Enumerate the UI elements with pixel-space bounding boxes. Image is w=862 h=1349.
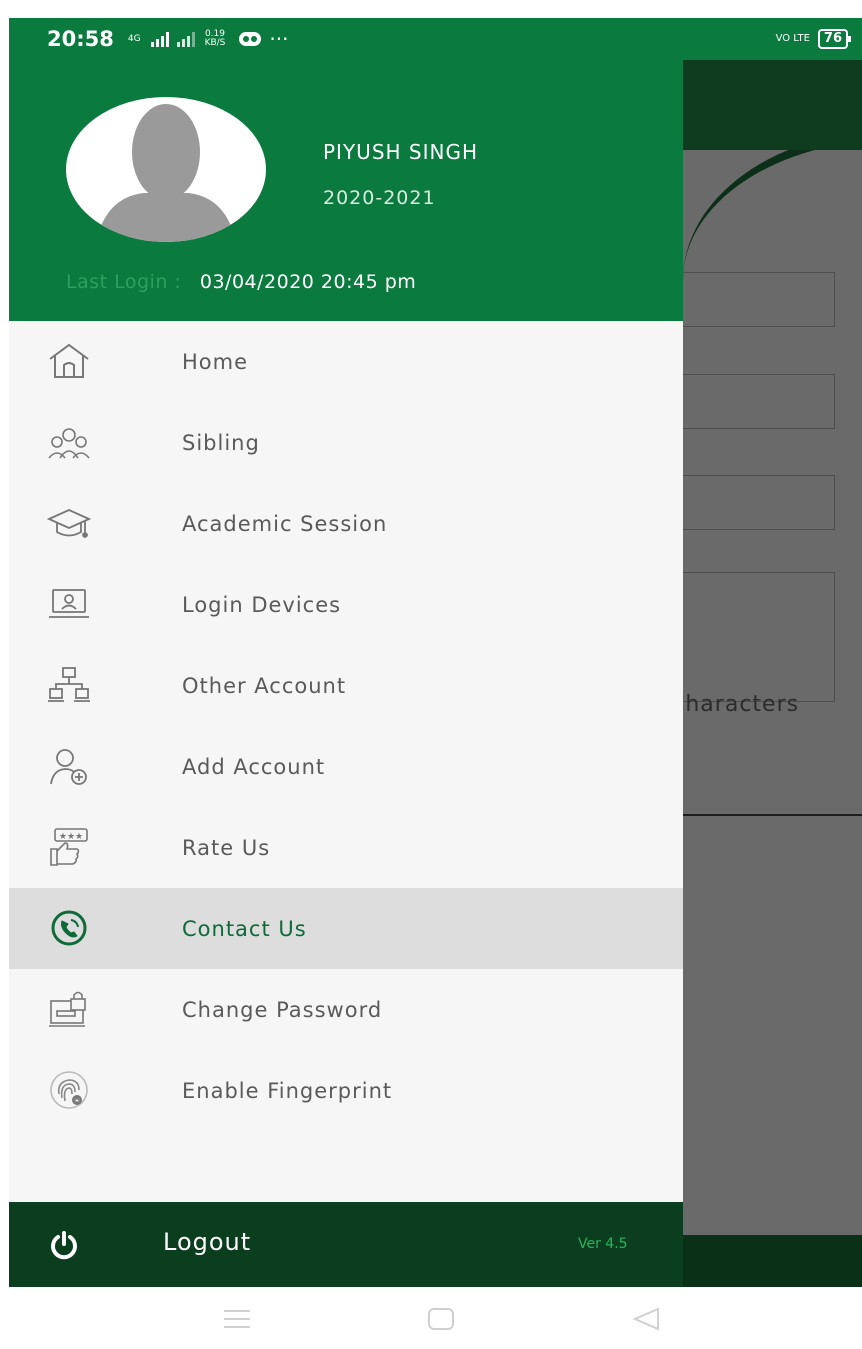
hamburger-icon xyxy=(224,1310,250,1328)
volte-indicator: VO LTE xyxy=(775,33,810,44)
menu-item-home[interactable]: Home xyxy=(9,321,683,402)
network-speed: 0.19 KB/S xyxy=(205,30,226,48)
menu-label: Sibling xyxy=(182,430,260,455)
background-divider xyxy=(683,814,862,816)
menu-label: Academic Session xyxy=(182,511,388,536)
square-home-icon xyxy=(428,1308,454,1330)
menu-item-add-account[interactable]: Add Account xyxy=(9,726,683,807)
session-year: 2020-2021 xyxy=(323,187,436,209)
phone-call-icon xyxy=(47,908,91,948)
laptop-user-icon xyxy=(47,584,91,624)
app-notification-icon xyxy=(239,32,262,46)
status-time: 20:58 xyxy=(47,27,114,51)
overflow-dots: ··· xyxy=(269,27,289,51)
menu-label: Rate Us xyxy=(182,835,271,860)
add-user-icon xyxy=(47,746,91,786)
menu-item-rate-us[interactable]: ★★★ Rate Us xyxy=(9,807,683,888)
menu-item-sibling[interactable]: Sibling xyxy=(9,402,683,483)
last-login-label: Last Login : xyxy=(66,271,182,293)
background-header xyxy=(683,60,862,150)
svg-text:★★★: ★★★ xyxy=(59,832,83,842)
signal-strength-icon xyxy=(150,31,169,47)
menu-label: Change Password xyxy=(182,997,383,1022)
menu-label: Contact Us xyxy=(182,916,307,941)
sibling-icon xyxy=(47,422,91,462)
signal-strength-2-icon xyxy=(176,31,195,47)
menu-item-contact-us[interactable]: Contact Us xyxy=(9,888,683,969)
drawer-menu: Home Sibling Academic Session Login Devi… xyxy=(9,321,683,1131)
graduation-cap-icon xyxy=(47,503,91,543)
app-version: Ver 4.5 xyxy=(578,1236,628,1252)
fingerprint-icon xyxy=(47,1070,91,1110)
background-content: Characters xyxy=(669,60,862,1287)
back-nav-button[interactable] xyxy=(632,1307,660,1335)
background-textarea xyxy=(683,572,835,702)
background-field xyxy=(683,475,835,530)
menu-label: Add Account xyxy=(182,754,326,779)
menu-label: Home xyxy=(182,349,249,374)
last-login: Last Login : 03/04/2020 20:45 pm xyxy=(66,271,416,293)
last-login-value: 03/04/2020 20:45 pm xyxy=(199,271,417,293)
background-field xyxy=(683,272,835,327)
screen: 20:58 4G 0.19 KB/S ··· VO LTE 76 Characte… xyxy=(9,18,862,1287)
menu-item-login-devices[interactable]: Login Devices xyxy=(9,564,683,645)
menu-label: Enable Fingerprint xyxy=(182,1078,393,1103)
menu-nav-button[interactable] xyxy=(222,1307,252,1335)
menu-label: Other Account xyxy=(182,673,347,698)
drawer-header: PIYUSH SINGH 2020-2021 Last Login : 03/0… xyxy=(9,60,683,321)
background-field xyxy=(683,374,835,429)
background-hint: Characters xyxy=(669,692,799,717)
navigation-drawer: PIYUSH SINGH 2020-2021 Last Login : 03/0… xyxy=(9,60,683,1287)
user-silhouette-icon xyxy=(96,104,236,242)
menu-label: Login Devices xyxy=(182,592,342,617)
power-icon xyxy=(49,1230,79,1264)
background-footer xyxy=(683,1235,862,1287)
menu-item-other-account[interactable]: Other Account xyxy=(9,645,683,726)
menu-item-change-password[interactable]: Change Password xyxy=(9,969,683,1050)
back-triangle-icon xyxy=(632,1307,659,1331)
menu-item-enable-fingerprint[interactable]: Enable Fingerprint xyxy=(9,1050,683,1131)
password-lock-icon xyxy=(47,989,91,1029)
logout-label: Logout xyxy=(163,1228,252,1256)
rating-thumbs-up-icon: ★★★ xyxy=(47,827,91,867)
battery-indicator: 76 xyxy=(817,29,852,49)
avatar[interactable] xyxy=(66,97,266,242)
user-name: PIYUSH SINGH xyxy=(323,140,478,164)
menu-item-academic-session[interactable]: Academic Session xyxy=(9,483,683,564)
logout-button[interactable]: Logout Ver 4.5 xyxy=(9,1202,683,1287)
network-speed-unit: KB/S xyxy=(204,38,226,48)
home-icon xyxy=(47,341,91,381)
home-nav-button[interactable] xyxy=(427,1307,455,1335)
background-hint-text: Characters xyxy=(669,692,800,717)
network-type: 4G xyxy=(127,33,141,44)
system-nav-bar xyxy=(0,1287,862,1349)
status-bar: 20:58 4G 0.19 KB/S ··· VO LTE 76 xyxy=(9,18,862,60)
network-computers-icon xyxy=(47,665,91,705)
